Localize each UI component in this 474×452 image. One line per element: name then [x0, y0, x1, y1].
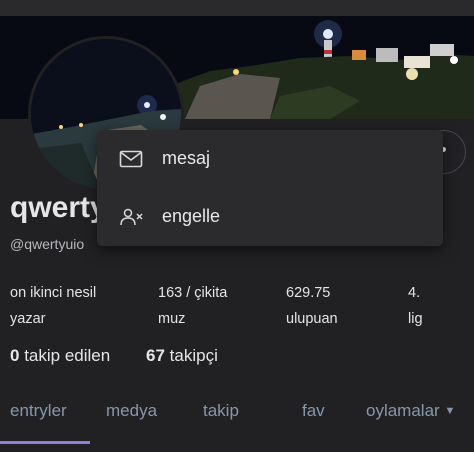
tab-takip[interactable]: takip	[203, 401, 239, 421]
profile-handle: @qwertyuio	[10, 236, 85, 252]
profile-username: qwerty	[10, 191, 107, 224]
tab-fav[interactable]: fav	[302, 401, 325, 421]
stat-ulupuan: 629.75 ulupuan	[286, 280, 338, 332]
tab-label: oylamalar	[366, 401, 440, 420]
stat-label: lig	[408, 311, 423, 327]
stat-label: yazar	[10, 311, 46, 327]
stat-cikita: 163 / çikita muz	[158, 280, 227, 332]
envelope-icon	[119, 150, 143, 168]
menu-item-engelle[interactable]: engelle	[97, 188, 443, 246]
stat-value: on ikinci nesil	[10, 285, 97, 301]
menu-item-label: engelle	[162, 206, 221, 226]
tab-oylamalar[interactable]: oylamalar ▼	[366, 401, 455, 421]
followers-link[interactable]: 67 takipçi	[146, 346, 218, 366]
stat-label: muz	[158, 311, 186, 327]
stat-value: 629.75	[286, 285, 331, 301]
caret-down-icon: ▼	[444, 405, 456, 417]
menu-item-label: mesaj	[162, 148, 211, 168]
stat-lig: 4. lig	[408, 280, 423, 332]
following-count: 0	[10, 346, 20, 365]
profile-actions-menu: mesaj engelle	[97, 130, 443, 246]
followers-count: 67	[146, 346, 165, 365]
tab-entryler[interactable]: entryler	[10, 401, 67, 421]
top-bar	[0, 0, 474, 16]
stat-rank: on ikinci nesil yazar	[10, 280, 96, 332]
stat-value: 163 / çikita	[158, 285, 228, 301]
menu-item-mesaj[interactable]: mesaj	[97, 130, 443, 188]
stat-value: 4.	[408, 285, 421, 301]
following-link[interactable]: 0 takip edilen	[10, 346, 110, 366]
following-label: takip edilen	[24, 346, 111, 365]
tab-medya[interactable]: medya	[106, 401, 157, 421]
active-tab-indicator	[0, 441, 90, 444]
stat-label: ulupuan	[286, 311, 338, 327]
block-user-icon	[119, 208, 143, 226]
followers-label: takipçi	[169, 346, 218, 365]
